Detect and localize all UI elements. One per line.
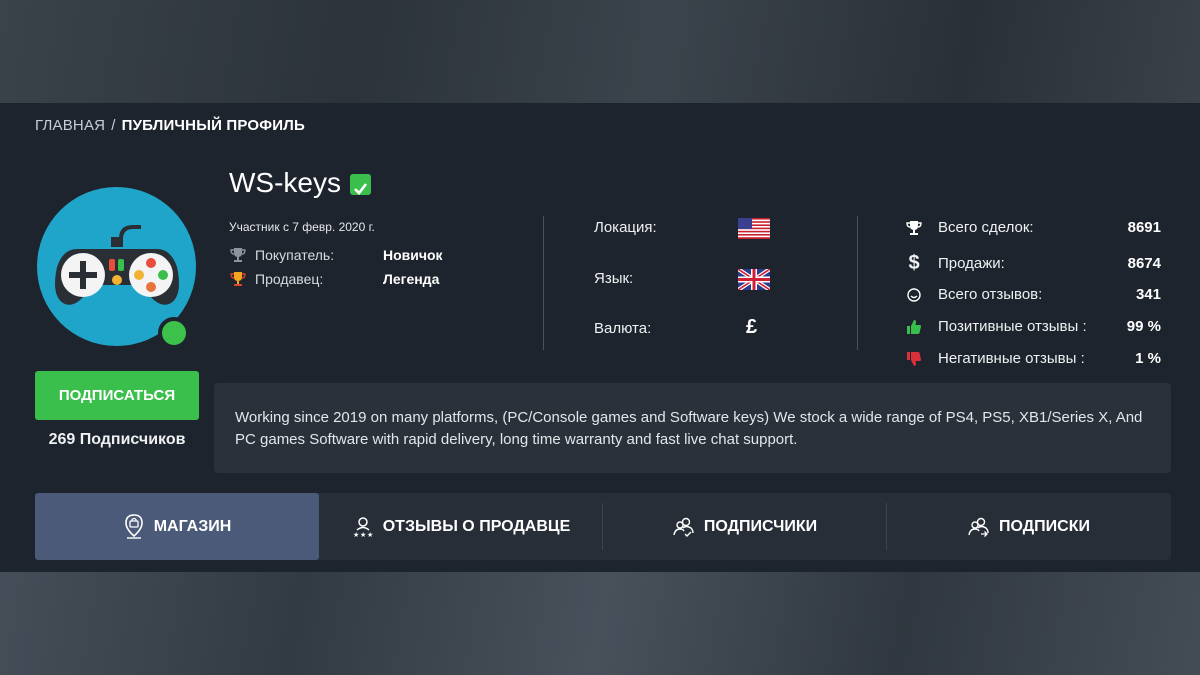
total-reviews-label: Всего отзывов:: [938, 286, 1043, 303]
positive-label: Позитивные отзывы :: [938, 318, 1087, 335]
subscribe-button[interactable]: ПОДПИСАТЬСЯ: [35, 371, 199, 420]
total-reviews-value: 341: [1135, 286, 1161, 303]
tab-seller-reviews[interactable]: ★ ★ ★ ОТЗЫВЫ О ПРОДАВЦЕ: [319, 493, 603, 560]
us-flag-icon: [738, 218, 770, 244]
verified-check-icon: [350, 173, 371, 195]
stat-negative: Негативные отзывы : 1 %: [905, 350, 1161, 367]
trophy-icon: [905, 220, 923, 236]
member-since: Участник с 7 февр. 2020 г.: [229, 220, 375, 234]
positive-value: 99 %: [1126, 318, 1161, 335]
tab-shop-label: МАГАЗИН: [153, 517, 232, 535]
breadcrumb-separator: /: [111, 117, 116, 134]
buyer-value: Новичок: [383, 247, 443, 263]
online-status-dot: [158, 317, 190, 349]
location-label: Локация:: [594, 219, 657, 236]
tab-subscriptions[interactable]: ПОДПИСКИ: [887, 493, 1171, 560]
shop-icon: [123, 513, 145, 540]
seller-label: Продавец:: [255, 271, 324, 287]
negative-value: 1 %: [1135, 350, 1161, 367]
seller-level-row: Продавец: Легенда: [229, 271, 439, 287]
breadcrumb-current: ПУБЛИЧНЫЙ ПРОФИЛЬ: [121, 117, 305, 134]
buyer-level-row: Покупатель: Новичок: [229, 247, 443, 263]
subscriptions-icon: [968, 517, 990, 537]
seller-value: Легенда: [383, 271, 440, 287]
svg-text:★: ★: [360, 531, 366, 538]
seller-description: Working since 2019 on many platforms, (P…: [214, 383, 1171, 473]
total-deals-label: Всего сделок:: [938, 219, 1034, 236]
trophy-grey-icon: [229, 247, 247, 263]
tab-subscriptions-label: ПОДПИСКИ: [999, 517, 1090, 535]
profile-username-row: WS-keys: [229, 167, 371, 199]
tab-followers-label: ПОДПИСЧИКИ: [703, 517, 818, 535]
page-background-bottom: [0, 572, 1200, 675]
language-label: Язык:: [594, 270, 634, 287]
stat-sales: $ Продажи: 8674: [905, 252, 1161, 275]
svg-text:★: ★: [367, 531, 373, 538]
sales-label: Продажи:: [938, 255, 1005, 272]
divider-left: [543, 216, 544, 350]
buyer-label: Покупатель:: [255, 247, 335, 263]
reviews-icon: ★ ★ ★: [352, 516, 374, 538]
tab-followers[interactable]: ПОДПИСЧИКИ: [603, 493, 887, 560]
profile-tabs: МАГАЗИН ★ ★ ★ ОТЗЫВЫ О ПРОДАВЦЕ ПОДПИСЧИКИ…: [35, 493, 1171, 560]
tab-seller-reviews-label: ОТЗЫВЫ О ПРОДАВЦЕ: [382, 517, 571, 535]
sales-value: 8674: [1127, 255, 1161, 272]
svg-text:★: ★: [353, 531, 359, 538]
thumbs-down-icon: [905, 351, 923, 367]
divider-right: [857, 216, 858, 350]
breadcrumb: ГЛАВНАЯ / ПУБЛИЧНЫЙ ПРОФИЛЬ: [35, 117, 305, 134]
total-deals-value: 8691: [1127, 219, 1161, 236]
currency-symbol: £: [746, 316, 758, 338]
currency-label: Валюта:: [594, 320, 652, 337]
stat-positive: Позитивные отзывы : 99 %: [905, 318, 1161, 335]
trophy-gold-icon: [229, 271, 247, 287]
subscribers-count: 269 Подписчиков: [48, 431, 186, 448]
uk-flag-icon: [736, 267, 772, 295]
smiley-icon: [905, 287, 923, 302]
stat-total-deals: Всего сделок: 8691: [905, 219, 1161, 236]
negative-label: Негативные отзывы :: [938, 350, 1085, 367]
stat-total-reviews: Всего отзывов: 341: [905, 286, 1161, 303]
breadcrumb-home-link[interactable]: ГЛАВНАЯ: [35, 117, 105, 134]
thumbs-up-icon: [905, 319, 923, 335]
page-background-top: [0, 0, 1200, 103]
tab-shop[interactable]: МАГАЗИН: [35, 493, 319, 560]
dollar-icon: $: [908, 252, 920, 274]
profile-username: WS-keys: [229, 167, 341, 198]
followers-icon: [673, 517, 695, 537]
